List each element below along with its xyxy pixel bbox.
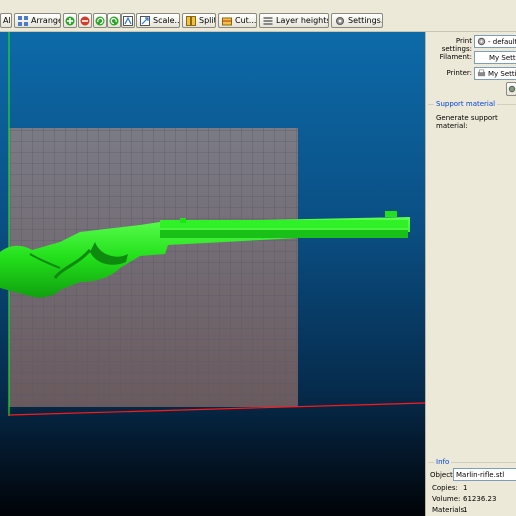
rotate-left-icon (95, 16, 105, 25)
split-label: Split (199, 16, 216, 25)
add-copy-button[interactable] (63, 13, 77, 28)
rotate-right-button[interactable] (107, 13, 121, 28)
split-icon (186, 15, 196, 26)
scale-label: Scale... (153, 16, 180, 25)
filament-select[interactable]: My Settings (474, 51, 516, 64)
mirror-button[interactable] (121, 13, 135, 28)
printer-select[interactable]: My Settings (474, 67, 516, 80)
scene-canvas (0, 32, 425, 416)
cut-label: Cut... (235, 16, 257, 25)
3d-viewport[interactable] (0, 32, 425, 516)
arrange-button[interactable]: Arrange (14, 13, 61, 28)
arrange-label: Arrange (31, 16, 61, 25)
cut-icon (222, 17, 232, 25)
materials-value: 1 (463, 506, 468, 514)
materials-label: Materials: (432, 506, 467, 514)
remove-copy-button[interactable] (78, 13, 92, 28)
generate-support-label: Generate support material: (436, 114, 498, 130)
settings-icon (336, 16, 344, 25)
scale-button[interactable]: Scale... (136, 13, 180, 28)
object-value: Marlin-rifle.stl (456, 470, 505, 479)
print-settings-select[interactable]: - default (474, 35, 516, 48)
object-select[interactable]: Marlin-rifle.stl (453, 468, 516, 481)
copies-value: 1 (463, 484, 468, 492)
volume-value: 61236.23 (463, 495, 497, 503)
support-material-title: Support material (434, 100, 498, 108)
delete-all-label: All (3, 16, 12, 25)
toolbar: All Arrange Scale... Split Cut... Layer … (0, 0, 516, 32)
printer-config-button[interactable] (506, 82, 516, 96)
layer-heights-button[interactable]: Layer heights... (259, 13, 329, 28)
layer-heights-label: Layer heights... (276, 16, 328, 25)
filament-value: My Settings (489, 53, 516, 62)
layers-icon (263, 16, 273, 25)
rotate-left-button[interactable] (93, 13, 107, 28)
mirror-icon (123, 15, 133, 26)
volume-label: Volume: (432, 495, 461, 503)
object-label: Object: (430, 471, 456, 479)
printer-label: Printer: (446, 69, 472, 77)
cut-button[interactable]: Cut... (218, 13, 257, 28)
info-title: Info (434, 458, 452, 466)
filament-label: Filament: (439, 53, 472, 61)
split-button[interactable]: Split (182, 13, 216, 28)
printer-value: My Settings (488, 69, 516, 78)
print-settings-label: Print settings: (441, 37, 472, 53)
scale-icon (140, 15, 150, 26)
settings-panel: Print settings: - default Filament: My S… (425, 32, 516, 516)
minus-icon (80, 16, 90, 25)
delete-all-button[interactable]: All (0, 13, 12, 28)
arrange-icon (18, 15, 28, 26)
settings-icon (508, 85, 515, 93)
settings-button[interactable]: Settings... (331, 13, 383, 28)
print-settings-value: - default (488, 37, 516, 46)
settings-label: Settings... (348, 16, 382, 25)
gear-icon (477, 37, 486, 46)
copies-label: Copies: (432, 484, 458, 492)
printer-icon (477, 69, 486, 77)
plus-icon (65, 16, 75, 25)
rotate-right-icon (109, 16, 119, 25)
